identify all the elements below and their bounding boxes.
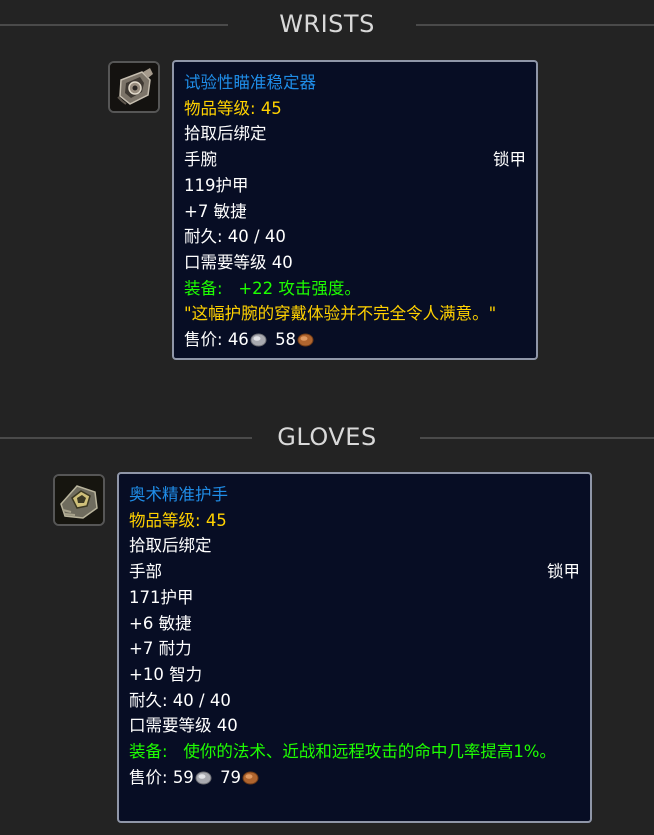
copper-coin-icon: [297, 333, 314, 347]
level-requirement: 口需要等级 40: [129, 716, 238, 736]
slot-row: 手腕 锁甲: [184, 147, 526, 173]
section-title: WRISTS: [279, 10, 375, 38]
equip-label: 装备:: [129, 742, 168, 762]
sell-silver: 46: [227, 330, 249, 350]
stat-stamina: +7 耐力: [129, 639, 192, 659]
item-level-value: 45: [260, 98, 282, 118]
durability: 耐久: 40 / 40: [129, 690, 231, 710]
equip-label: 装备:: [184, 278, 223, 298]
armor-type: 锁甲: [493, 150, 526, 170]
sell-copper: 58: [275, 330, 297, 350]
equip-effect: 装备: +22 攻击强度。: [184, 276, 526, 302]
equip-effect: 装备: 使你的法术、近战和远程攻击的命中几率提高1%。: [129, 739, 557, 765]
bracer-icon[interactable]: [108, 61, 160, 113]
item-name[interactable]: 奥术精准护手: [129, 482, 580, 508]
stat-intellect: +10 智力: [129, 664, 203, 684]
level-requirement: 口需要等级 40: [184, 252, 293, 272]
stat-agility: +6 敏捷: [129, 613, 192, 633]
sell-price: 售价: 46 58: [184, 327, 526, 353]
sell-label: 售价:: [129, 767, 168, 787]
slot-row: 手部 锁甲: [129, 559, 580, 585]
armor-type: 锁甲: [547, 562, 580, 582]
durability: 耐久: 40 / 40: [184, 227, 286, 247]
binding: 拾取后绑定: [129, 536, 212, 556]
flavor-text: "这幅护腕的穿戴体验并不完全令人满意。": [184, 304, 497, 324]
section-header-wrists: WRISTS: [0, 9, 654, 39]
item-tooltip-wrists: 试验性瞄准稳定器 物品等级: 45 拾取后绑定 手腕 锁甲 119护甲 +7 敏…: [172, 60, 538, 360]
equip-text: 使你的法术、近战和远程攻击的命中几率提高1%。: [183, 742, 556, 762]
item-level-value: 45: [205, 510, 227, 530]
armor-value: 171护甲: [129, 587, 194, 607]
item-level: 物品等级: 45: [184, 96, 526, 122]
item-level-label: 物品等级:: [129, 510, 201, 530]
silver-coin-icon: [250, 333, 267, 347]
item-level-label: 物品等级:: [184, 98, 256, 118]
section-header-gloves: GLOVES: [0, 422, 654, 452]
sell-label: 售价:: [184, 330, 223, 350]
slot: 手腕: [184, 150, 217, 170]
silver-coin-icon: [195, 771, 212, 785]
armor-value: 119护甲: [184, 175, 249, 195]
sell-silver: 59: [172, 767, 194, 787]
copper-coin-icon: [242, 771, 259, 785]
item-tooltip-gloves: 奥术精准护手 物品等级: 45 拾取后绑定 手部 锁甲 171护甲 +6 敏捷 …: [117, 472, 592, 823]
equip-text: +22 攻击强度。: [238, 278, 361, 298]
section-title: GLOVES: [277, 423, 377, 451]
slot: 手部: [129, 562, 162, 582]
gauntlet-icon[interactable]: [53, 474, 105, 526]
stat-agility: +7 敏捷: [184, 201, 247, 221]
item-level: 物品等级: 45: [129, 508, 580, 534]
sell-copper: 79: [220, 767, 242, 787]
binding: 拾取后绑定: [184, 124, 267, 144]
item-name[interactable]: 试验性瞄准稳定器: [184, 70, 526, 96]
sell-price: 售价: 59 79: [129, 765, 580, 791]
